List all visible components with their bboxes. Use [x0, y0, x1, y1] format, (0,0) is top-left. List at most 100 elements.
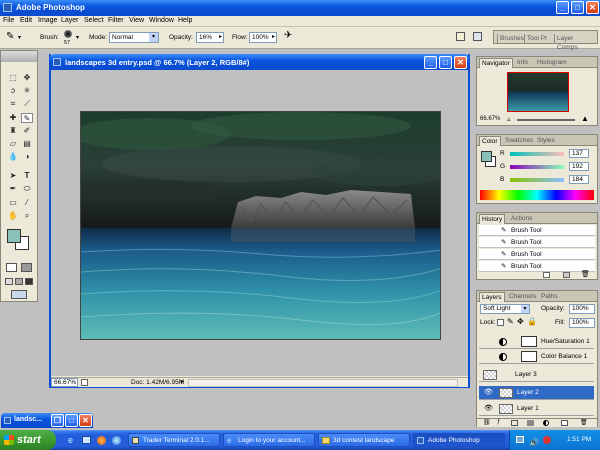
lock-position-icon[interactable]: ✥: [517, 317, 524, 326]
well-tab-layer-comps[interactable]: Layer Comps: [554, 34, 597, 51]
toggle-palettes-icon[interactable]: [473, 32, 482, 41]
status-menu-arrow-icon[interactable]: ▸: [181, 378, 184, 387]
history-item[interactable]: ✎ Brush Tool: [479, 249, 595, 260]
zoom-tool-icon[interactable]: ⌕: [21, 211, 33, 221]
tab-color[interactable]: Color: [479, 136, 501, 146]
slice-tool-icon[interactable]: ⟋: [21, 99, 33, 109]
layer-row[interactable]: Hue/Saturation 1: [479, 335, 594, 349]
lock-transparent-icon[interactable]: [497, 319, 504, 326]
trash-icon[interactable]: 🗑: [580, 419, 588, 426]
healing-brush-icon[interactable]: ✚: [7, 113, 19, 123]
history-item[interactable]: ✎ Brush Tool: [479, 225, 595, 236]
minimize-button[interactable]: _: [556, 1, 569, 14]
gradient-tool-icon[interactable]: ▤: [21, 139, 33, 149]
new-document-icon[interactable]: [543, 272, 550, 278]
path-selection-icon[interactable]: ➤: [7, 171, 19, 181]
tab-history[interactable]: History: [479, 214, 506, 224]
menu-window[interactable]: Window: [149, 17, 174, 24]
document-title-bar[interactable]: landscapes 3d entry.psd @ 66.7% (Layer 2…: [49, 54, 470, 70]
tab-paths[interactable]: Paths: [539, 292, 560, 302]
notes-tool-icon[interactable]: ▭: [7, 198, 19, 208]
maximize-button[interactable]: □: [571, 1, 584, 14]
tab-info[interactable]: Info: [515, 58, 530, 68]
tab-swatches[interactable]: Swatches: [503, 136, 535, 146]
document-zoom-field[interactable]: 66.67%: [51, 378, 78, 387]
eye-icon[interactable]: 👁: [484, 389, 493, 397]
document-minimize-button[interactable]: _: [424, 56, 437, 69]
mode-select[interactable]: Normal ▾: [109, 32, 159, 43]
network-icon[interactable]: [516, 436, 524, 443]
lock-image-icon[interactable]: ✎: [507, 317, 514, 326]
navigator-zoom[interactable]: 66.67%: [480, 116, 500, 122]
navigator-preview[interactable]: [507, 72, 569, 112]
color-spectrum-bar[interactable]: [480, 190, 594, 200]
layer-row[interactable]: 👁 Layer 1: [479, 402, 594, 416]
fill-field[interactable]: 100%: [569, 318, 595, 328]
clone-stamp-icon[interactable]: ♜: [7, 126, 19, 136]
history-item[interactable]: ✎ Brush Tool: [479, 261, 595, 272]
move-tool-icon[interactable]: ✥: [21, 73, 33, 83]
tab-navigator[interactable]: Navigator: [479, 58, 513, 68]
new-layer-icon[interactable]: [561, 420, 568, 426]
foreground-color-swatch[interactable]: [7, 229, 21, 243]
horizontal-scrollbar[interactable]: [188, 379, 458, 387]
tab-layers[interactable]: Layers: [479, 292, 505, 302]
menu-image[interactable]: Image: [38, 17, 57, 24]
add-mask-icon[interactable]: [511, 420, 518, 426]
clock[interactable]: 1:51 PM: [567, 430, 591, 450]
quick-mask-icon[interactable]: [21, 263, 32, 272]
green-field[interactable]: 192: [569, 162, 589, 171]
blur-tool-icon[interactable]: 💧: [7, 152, 19, 162]
airbrush-icon[interactable]: ✈: [284, 31, 292, 41]
quicklaunch-media-icon[interactable]: [112, 436, 121, 445]
type-tool-icon[interactable]: T: [21, 171, 33, 181]
history-item[interactable]: ✎ Brush Tool: [479, 237, 595, 248]
hand-tool-icon[interactable]: ✋: [7, 211, 19, 221]
brush-tool-icon[interactable]: ✎: [21, 113, 33, 123]
well-tab-brushes[interactable]: Brushes: [497, 34, 526, 44]
navigator-zoom-slider[interactable]: [517, 119, 575, 121]
zoom-in-icon[interactable]: ▲: [581, 114, 589, 123]
new-adjustment-icon[interactable]: [543, 420, 549, 426]
layer-style-icon[interactable]: ƒ: [497, 419, 500, 425]
new-group-icon[interactable]: [527, 420, 534, 426]
status-info-icon[interactable]: [81, 379, 88, 386]
chevron-right-icon[interactable]: ▸: [219, 33, 222, 42]
trash-icon[interactable]: 🗑: [581, 270, 590, 278]
landscape-image[interactable]: [80, 111, 441, 340]
crop-tool-icon[interactable]: ⌗: [7, 99, 19, 109]
layer-row[interactable]: Layer 3: [479, 368, 594, 382]
brush-tool-preset-icon[interactable]: ✎: [6, 32, 14, 42]
shape-tool-icon[interactable]: ⬭: [21, 184, 33, 194]
color-fg-swatch[interactable]: [481, 151, 492, 162]
screen-mode-full-icon[interactable]: [25, 278, 33, 285]
file-browser-icon[interactable]: [456, 32, 465, 41]
menu-edit[interactable]: Edit: [20, 17, 32, 24]
brush-preview-icon[interactable]: [64, 30, 72, 38]
minimized-close-button[interactable]: ✕: [79, 414, 92, 427]
screen-mode-standard-icon[interactable]: [5, 278, 13, 285]
task-trader-terminal[interactable]: Trader Terminal 2.0.1...: [128, 433, 220, 447]
task-login[interactable]: e Login to your account...: [223, 433, 315, 447]
menu-filter[interactable]: Filter: [108, 17, 124, 24]
marquee-tool-icon[interactable]: ⬚: [7, 73, 19, 83]
menu-select[interactable]: Select: [84, 17, 103, 24]
screen-mode-full-menu-icon[interactable]: [15, 278, 23, 285]
document-close-button[interactable]: ✕: [454, 56, 467, 69]
menu-view[interactable]: View: [129, 17, 144, 24]
chevron-right-icon[interactable]: ▸: [272, 33, 275, 42]
quicklaunch-ie-icon[interactable]: e: [68, 435, 73, 445]
task-contest-folder[interactable]: 3d contest landscape: [318, 433, 410, 447]
eraser-tool-icon[interactable]: ▱: [7, 139, 19, 149]
pen-tool-icon[interactable]: ✒: [7, 184, 19, 194]
well-tab-tool-presets[interactable]: Tool Pr: [524, 34, 549, 44]
eye-icon[interactable]: 👁: [484, 405, 493, 413]
red-field[interactable]: 137: [569, 149, 589, 158]
lock-all-icon[interactable]: 🔒: [527, 317, 537, 326]
layer-row[interactable]: 👁 Layer 2: [479, 386, 594, 400]
jump-to-imageready-icon[interactable]: [11, 290, 27, 299]
start-button[interactable]: start: [0, 430, 56, 450]
menu-help[interactable]: Help: [178, 17, 192, 24]
menu-layer[interactable]: Layer: [61, 17, 79, 24]
tab-styles[interactable]: Styles: [535, 136, 557, 146]
